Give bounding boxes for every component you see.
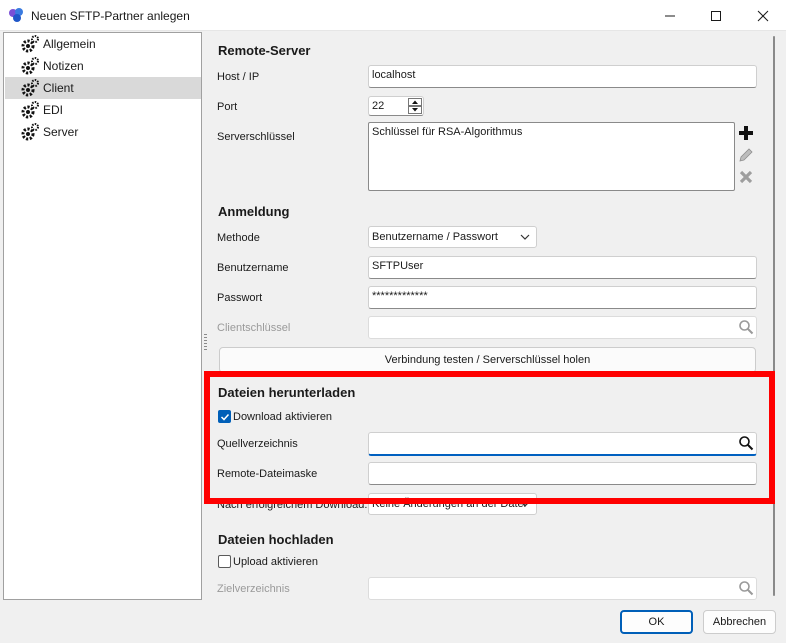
gear-icon: [21, 57, 39, 75]
gear-icon: [21, 101, 39, 119]
checkmark-icon: [220, 413, 229, 421]
target-dir-label: Zielverzeichnis: [217, 583, 290, 595]
test-connection-button[interactable]: Verbindung testen / Serverschlüssel hole…: [219, 347, 756, 373]
sidebar-item-label: Allgemein: [43, 37, 96, 51]
sidebar-item-server[interactable]: Server: [5, 121, 201, 143]
chevron-down-icon: [520, 234, 530, 240]
target-dir-input[interactable]: [368, 577, 757, 600]
gear-icon: [21, 35, 39, 53]
scrollbar-thumb[interactable]: [773, 36, 775, 596]
close-button[interactable]: [740, 0, 786, 31]
sidebar-item-edi[interactable]: EDI: [5, 99, 201, 121]
password-label: Passwort: [217, 292, 263, 304]
source-dir-input[interactable]: [368, 432, 757, 456]
delete-icon: [739, 170, 753, 184]
checkbox-unchecked[interactable]: [218, 555, 231, 568]
minimize-icon: [665, 15, 675, 16]
username-value: SFTPUser: [372, 260, 424, 272]
sidebar-item-client[interactable]: Client: [5, 77, 201, 99]
username-input[interactable]: SFTPUser: [368, 256, 757, 279]
section-heading-upload: Dateien hochladen: [218, 532, 334, 547]
sidebar-item-label: Server: [43, 125, 79, 139]
clientkey-input[interactable]: [368, 316, 757, 339]
grip-icon: [204, 334, 207, 350]
client-settings-panel: Remote-Server Host / IP localhost Port 2…: [209, 32, 765, 600]
port-spinner[interactable]: 22: [368, 96, 424, 116]
minimize-button[interactable]: [647, 0, 693, 31]
search-icon[interactable]: [738, 319, 754, 335]
delete-key-button[interactable]: [737, 168, 755, 186]
serverkey-value: Schlüssel für RSA-Algorithmus: [372, 126, 523, 138]
maximize-button[interactable]: [693, 0, 739, 31]
window-title: Neuen SFTP-Partner anlegen: [31, 9, 190, 23]
search-icon[interactable]: [738, 435, 754, 451]
splitter-handle[interactable]: [202, 32, 209, 600]
navigation-tree: Allgemein Notizen Client EDI Server: [3, 32, 202, 600]
after-download-value: Keine Änderungen an der Datei: [372, 498, 527, 510]
port-value: 22: [372, 100, 385, 112]
password-value: *************: [372, 290, 428, 302]
host-input[interactable]: localhost: [368, 65, 757, 88]
sidebar-item-label: EDI: [43, 103, 64, 117]
section-heading-anmeldung: Anmeldung: [218, 204, 290, 219]
section-heading-remote-server: Remote-Server: [218, 43, 311, 58]
dialog-footer: OK Abbrechen: [0, 600, 786, 643]
after-download-select[interactable]: Keine Änderungen an der Datei: [368, 493, 537, 515]
cancel-button[interactable]: Abbrechen: [703, 610, 776, 634]
download-enable-checkbox[interactable]: Download aktivieren: [218, 410, 332, 423]
title-bar: Neuen SFTP-Partner anlegen: [0, 0, 786, 31]
download-enable-label: Download aktivieren: [233, 410, 333, 423]
checkbox-checked[interactable]: [218, 410, 231, 423]
host-value: localhost: [372, 69, 416, 81]
sidebar-item-allgemein[interactable]: Allgemein: [5, 33, 201, 55]
pencil-icon: [739, 148, 753, 162]
port-label: Port: [217, 101, 238, 113]
after-download-label: Nach erfolgreichem Download:: [217, 499, 368, 511]
plus-icon: [739, 126, 753, 140]
source-dir-label: Quellverzeichnis: [217, 438, 298, 450]
upload-enable-label: Upload aktivieren: [233, 555, 318, 568]
edit-key-button[interactable]: [737, 146, 755, 164]
sidebar-item-notizen[interactable]: Notizen: [5, 55, 201, 77]
maximize-icon: [711, 10, 721, 21]
gear-icon: [21, 123, 39, 141]
gear-icon: [21, 79, 39, 97]
host-label: Host / IP: [217, 71, 260, 83]
upload-enable-checkbox[interactable]: Upload aktivieren: [218, 555, 318, 568]
add-key-button[interactable]: [737, 124, 755, 142]
app-icon: [9, 8, 23, 22]
search-icon[interactable]: [738, 580, 754, 596]
remote-mask-input[interactable]: [368, 462, 757, 485]
spin-arrows-icon[interactable]: [408, 98, 422, 114]
remote-mask-label: Remote-Dateimaske: [217, 468, 318, 480]
chevron-down-icon: [520, 501, 530, 507]
serverkey-field[interactable]: Schlüssel für RSA-Algorithmus: [368, 122, 735, 191]
username-label: Benutzername: [217, 262, 289, 274]
method-select[interactable]: Benutzername / Passwort: [368, 226, 537, 248]
sidebar-item-label: Client: [43, 81, 74, 95]
close-icon: [757, 10, 769, 21]
password-input[interactable]: *************: [368, 286, 757, 309]
ok-button[interactable]: OK: [620, 610, 693, 634]
serverkey-label: Serverschlüssel: [217, 131, 295, 143]
section-heading-download: Dateien herunterladen: [218, 385, 356, 400]
vertical-scrollbar[interactable]: [765, 32, 783, 600]
method-value: Benutzername / Passwort: [372, 231, 498, 243]
clientkey-label: Clientschlüssel: [217, 322, 291, 334]
method-label: Methode: [217, 232, 260, 244]
sidebar-item-label: Notizen: [43, 59, 84, 73]
